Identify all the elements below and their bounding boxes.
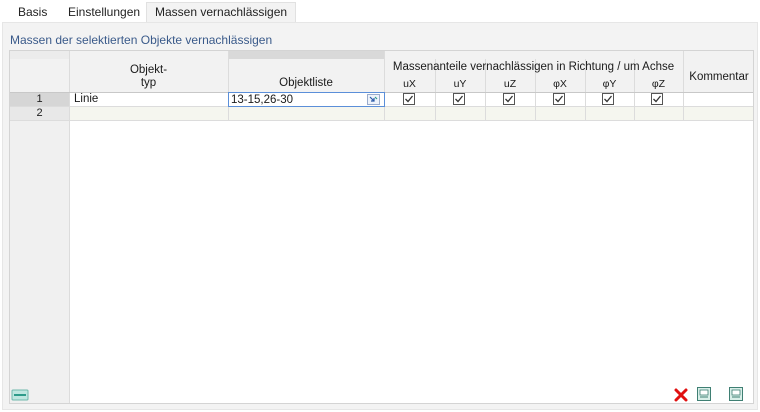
tab-basis[interactable]: Basis: [10, 4, 55, 22]
import-icon[interactable]: [695, 386, 713, 402]
checkbox-ux[interactable]: [403, 93, 415, 105]
header-phiy: φY: [602, 78, 617, 90]
header-objekt-typ-line1: Objekt-: [129, 64, 168, 76]
header-kommentar: Kommentar: [689, 71, 749, 83]
delete-icon[interactable]: [672, 387, 690, 403]
table-settings-icon[interactable]: [11, 387, 29, 403]
objektliste-input[interactable]: 13-15,26-30: [228, 92, 385, 107]
row-divider: [10, 120, 753, 121]
check-icon: [505, 95, 514, 103]
header-phix: φX: [553, 78, 567, 90]
row-header-gutter: [10, 92, 69, 403]
tab-bar: Basis Einstellungen Massen vernachlässig…: [0, 0, 760, 22]
header-phiz: φZ: [651, 78, 666, 90]
header-corner: [10, 51, 69, 59]
checkbox-phix[interactable]: [553, 93, 565, 105]
header-band: [228, 51, 384, 59]
header-ux: uX: [403, 78, 416, 90]
cell-objekt-typ[interactable]: [74, 107, 228, 120]
objektliste-value: 13-15,26-30: [231, 94, 294, 106]
col-divider: [69, 51, 70, 403]
cell-objekt-typ[interactable]: Linie: [74, 93, 98, 106]
header-objekt-typ-line2: typ: [140, 77, 157, 89]
header-objektliste: Objektliste: [279, 77, 333, 89]
check-icon: [405, 95, 414, 103]
data-grid: Objekt- typ Objektliste Massenanteile ve…: [9, 50, 754, 404]
checkbox-uy[interactable]: [453, 93, 465, 105]
export-icon[interactable]: [727, 386, 745, 402]
check-icon: [604, 95, 613, 103]
tab-massen-vernachlaessigen[interactable]: Massen vernachlässigen: [146, 2, 297, 22]
checkbox-uz[interactable]: [503, 93, 515, 105]
cell-kommentar[interactable]: [686, 107, 753, 120]
pick-objects-icon[interactable]: [367, 94, 380, 105]
cell-objektliste[interactable]: [230, 107, 384, 120]
col-divider: [683, 51, 684, 120]
panel-title: Massen der selektierten Objekte vernachl…: [10, 33, 273, 47]
row-number[interactable]: 1: [10, 93, 69, 106]
tab-einstellungen[interactable]: Einstellungen: [60, 4, 148, 22]
checkbox-phiz[interactable]: [651, 93, 663, 105]
tab-panel: Massen der selektierten Objekte vernachl…: [2, 22, 758, 410]
row-number[interactable]: 2: [10, 107, 69, 120]
check-icon: [653, 95, 662, 103]
check-icon: [455, 95, 464, 103]
checkbox-phiy[interactable]: [602, 93, 614, 105]
check-icon: [555, 95, 564, 103]
header-uz: uZ: [503, 78, 517, 90]
header-uy: uY: [453, 78, 467, 90]
header-massenanteile-group: Massenanteile vernachlässigen in Richtun…: [392, 61, 675, 73]
